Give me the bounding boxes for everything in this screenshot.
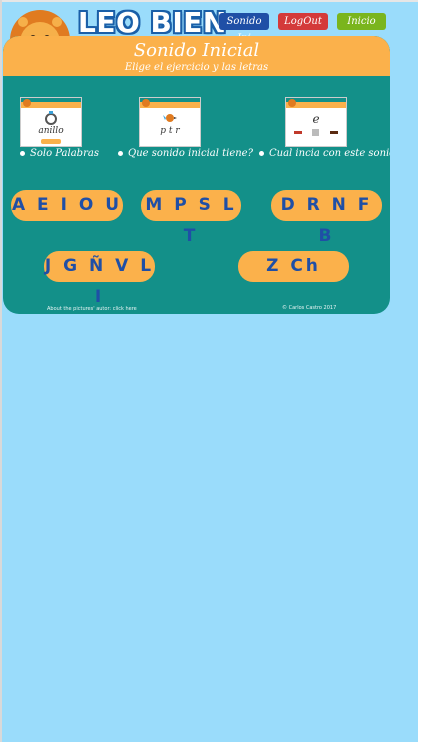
thumbnail-word: anillo: [38, 126, 64, 136]
pictures-row-icon: [294, 129, 338, 136]
bullet-icon: [259, 151, 264, 156]
bullet-icon: [118, 151, 123, 156]
option-que-sonido[interactable]: Que sonido inicial tiene?: [118, 148, 253, 159]
picture-credit-link[interactable]: About the pictures' autor: click here: [47, 306, 137, 312]
lion-mini-icon: [23, 99, 31, 107]
window-right-edge: [418, 0, 422, 742]
logout-button[interactable]: LogOut: [278, 13, 328, 30]
option-label: Cual incia con este sonido?: [269, 148, 390, 159]
letters-jgnvli-button[interactable]: J G Ñ V L I: [44, 251, 155, 307]
option-cual-inicia[interactable]: Cual incia con este sonido?: [259, 148, 390, 159]
bullet-icon: [20, 151, 25, 156]
sonido-inicial-button[interactable]: Sonido Ini: [219, 13, 269, 44]
lion-mini-icon: [142, 99, 150, 107]
thumbnail-sonido-inicial[interactable]: p t r: [139, 97, 201, 147]
exercise-panel: Sonido Inicial Elige el ejercicio y las …: [3, 36, 390, 314]
thumbnail-letter: e: [312, 112, 320, 126]
thumbnail-letters: p t r: [160, 126, 180, 136]
letters-mpslt-button[interactable]: M P S L T: [141, 190, 241, 246]
copyright-text: © Carlos Castro 2017: [282, 305, 337, 311]
ring-icon: [45, 111, 57, 125]
option-solo-palabras[interactable]: Solo Palabras: [20, 148, 99, 159]
thumbnail-solo-palabras[interactable]: anillo: [20, 97, 82, 147]
thumbnail-cual-inicia[interactable]: e: [285, 97, 347, 147]
panel-subtitle: Elige el ejercicio y las letras: [124, 62, 269, 73]
letters-zch-button[interactable]: Z Ch: [238, 251, 349, 282]
window-left-edge: [0, 0, 2, 742]
letters-aeiou-button[interactable]: A E I O U: [11, 190, 123, 221]
inicio-button[interactable]: Inicio: [337, 13, 386, 30]
panel-title: Sonido Inicial: [133, 40, 260, 61]
letters-drnfb-button[interactable]: D R N F B: [271, 190, 382, 246]
thumbnail-mini-button: [41, 139, 61, 144]
option-label: Que sonido inicial tiene?: [128, 148, 253, 159]
bird-icon: [163, 114, 177, 122]
lion-mini-icon: [288, 99, 296, 107]
option-label: Solo Palabras: [30, 148, 99, 159]
brand-title: LEO BIEN: [78, 6, 227, 39]
window-top-edge: [0, 0, 422, 2]
